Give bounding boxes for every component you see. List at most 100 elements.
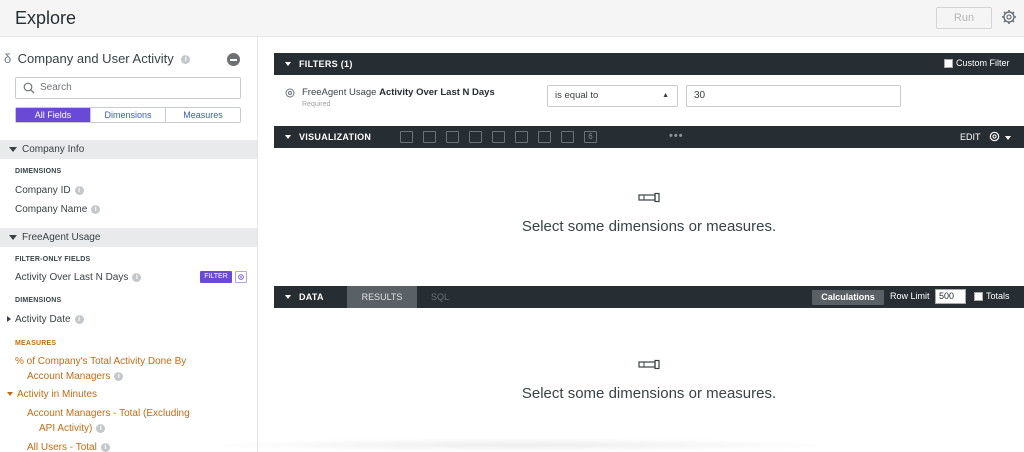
data-bar[interactable]: DATA RESULTS SQL Calculations Row Limit …: [274, 286, 1024, 308]
field-all-users-total[interactable]: All Users - Total i: [27, 442, 110, 452]
run-button[interactable]: Run: [936, 7, 992, 29]
chevron-down-icon: [285, 135, 291, 139]
gear-icon[interactable]: [1001, 9, 1017, 25]
edit-button[interactable]: EDIT: [960, 132, 981, 142]
calculations-button[interactable]: Calculations: [812, 290, 884, 305]
explore-main: FILTERS (1) Custom Filter FreeAgent Usag…: [258, 37, 1024, 452]
gear-icon[interactable]: [284, 87, 296, 99]
field-account-managers-total[interactable]: Account Managers - Total (Excluding: [27, 408, 190, 419]
page-title: Explore: [15, 8, 77, 28]
column-chart-icon[interactable]: [423, 131, 436, 143]
filters-label: FILTERS (1): [299, 59, 353, 69]
info-icon[interactable]: i: [132, 272, 142, 282]
custom-filter-checkbox[interactable]: Custom Filter: [944, 58, 1010, 69]
gear-icon[interactable]: [988, 130, 1001, 143]
chevron-down-icon: [285, 295, 291, 299]
field-type-tabs: All Fields Dimensions Measures: [15, 107, 241, 123]
filters-bar[interactable]: FILTERS (1) Custom Filter: [274, 53, 1024, 75]
totals-checkbox[interactable]: Totals: [974, 291, 1010, 302]
filter-field-prefix: FreeAgent Usage: [302, 87, 377, 98]
row-limit-label: Row Limit: [890, 291, 930, 301]
field-label: Company Name: [15, 204, 88, 215]
field-activity-date[interactable]: Activity Date i: [7, 314, 84, 325]
more-icon[interactable]: •••: [669, 130, 684, 142]
group-label: Company Info: [22, 144, 85, 155]
group-activity-in-minutes[interactable]: Activity in Minutes: [7, 389, 97, 400]
info-icon[interactable]: i: [74, 185, 84, 195]
top-bar: Explore Run: [0, 0, 1024, 37]
info-icon[interactable]: i: [96, 423, 106, 433]
info-icon[interactable]: i: [114, 371, 124, 381]
visualization-label: VISUALIZATION: [299, 132, 372, 142]
info-icon[interactable]: i: [181, 55, 191, 65]
chevron-down-icon: [285, 62, 291, 66]
field-label: Activity Date: [15, 314, 71, 325]
telescope-icon: [638, 192, 660, 203]
group-company-info[interactable]: Company Info: [0, 140, 257, 159]
caret-down-icon[interactable]: [1005, 136, 1011, 140]
filter-value-input[interactable]: 30: [686, 85, 901, 107]
filter-operator-select[interactable]: is equal to ▲︎: [547, 85, 678, 107]
chevron-down-icon: [7, 392, 13, 397]
section-label: FILTER-ONLY FIELDS: [15, 256, 91, 263]
field-company-id[interactable]: Company ID i: [15, 185, 84, 196]
empty-message: Select some dimensions or measures.: [521, 218, 777, 235]
gear-icon[interactable]: [235, 271, 247, 283]
section-label: DIMENSIONS: [15, 297, 62, 304]
tab-results[interactable]: RESULTS: [347, 286, 417, 308]
row-limit-input[interactable]: 500: [935, 289, 966, 304]
filter-badge[interactable]: FILTER: [200, 271, 232, 283]
filter-row: FreeAgent Usage Activity Over Last N Day…: [274, 85, 1024, 115]
area-chart-icon[interactable]: [515, 131, 528, 143]
data-empty-state: Select some dimensions or measures.: [274, 359, 1024, 402]
line-chart-icon[interactable]: [492, 131, 505, 143]
group-freeagent-usage[interactable]: FreeAgent Usage: [0, 228, 257, 247]
checkbox-icon: [974, 292, 983, 302]
telescope-icon: [638, 359, 660, 370]
field-measure-percent-line2[interactable]: Account Managers i: [27, 371, 124, 382]
field-account-managers-total-line2[interactable]: API Activity) i: [39, 423, 106, 434]
filter-operator-value: is equal to: [555, 90, 599, 101]
model-icon: δ: [4, 51, 12, 66]
bottom-shadow: [200, 438, 840, 452]
field-label: Company ID: [15, 185, 71, 196]
field-label: All Users - Total: [27, 442, 97, 452]
field-label: Account Managers - Total (Excluding: [27, 408, 190, 419]
empty-message: Select some dimensions or measures.: [521, 385, 777, 402]
group-label: FreeAgent Usage: [22, 232, 101, 243]
chevron-down-icon: [9, 235, 17, 240]
chevron-right-icon: [7, 316, 11, 323]
search-icon: [23, 82, 35, 94]
chevron-down-icon: [9, 147, 17, 152]
map-icon[interactable]: [561, 131, 574, 143]
field-measure-percent[interactable]: % of Company's Total Activity Done By: [15, 356, 186, 367]
field-company-name[interactable]: Company Name i: [15, 204, 101, 215]
collapse-icon[interactable]: [227, 53, 240, 66]
checkbox-icon: [944, 59, 953, 69]
search-placeholder: Search: [40, 82, 72, 93]
field-label: Account Managers: [27, 371, 111, 382]
filter-field-label: Activity Over Last N Days: [379, 87, 495, 98]
table-icon[interactable]: [400, 131, 413, 143]
field-label-wrap: Activity Over Last N Days i: [15, 272, 142, 283]
tab-sql[interactable]: SQL: [431, 292, 449, 302]
single-value-icon[interactable]: 6: [584, 131, 597, 143]
select-arrows-icon: ▲︎: [662, 92, 669, 99]
info-icon[interactable]: i: [91, 204, 101, 214]
bar-chart-icon[interactable]: [446, 131, 459, 143]
tab-all-fields[interactable]: All Fields: [16, 108, 91, 122]
info-icon[interactable]: i: [74, 314, 84, 324]
field-label: % of Company's Total Activity Done By: [15, 356, 187, 367]
field-activity-over-last-n-days[interactable]: Activity Over Last N Days i FILTER: [0, 270, 257, 287]
tab-dimensions[interactable]: Dimensions: [91, 108, 166, 122]
tab-measures[interactable]: Measures: [166, 108, 240, 122]
field-label: Activity in Minutes: [17, 389, 98, 400]
visualization-bar[interactable]: VISUALIZATION 6 ••• EDIT: [274, 126, 1024, 148]
pie-chart-icon[interactable]: [538, 131, 551, 143]
viz-type-icons: 6: [400, 131, 597, 143]
field-label: API Activity): [39, 423, 93, 434]
search-input[interactable]: Search: [15, 77, 241, 99]
info-icon[interactable]: i: [100, 442, 110, 452]
custom-filter-label: Custom Filter: [956, 58, 1010, 68]
scatter-icon[interactable]: [469, 131, 482, 143]
